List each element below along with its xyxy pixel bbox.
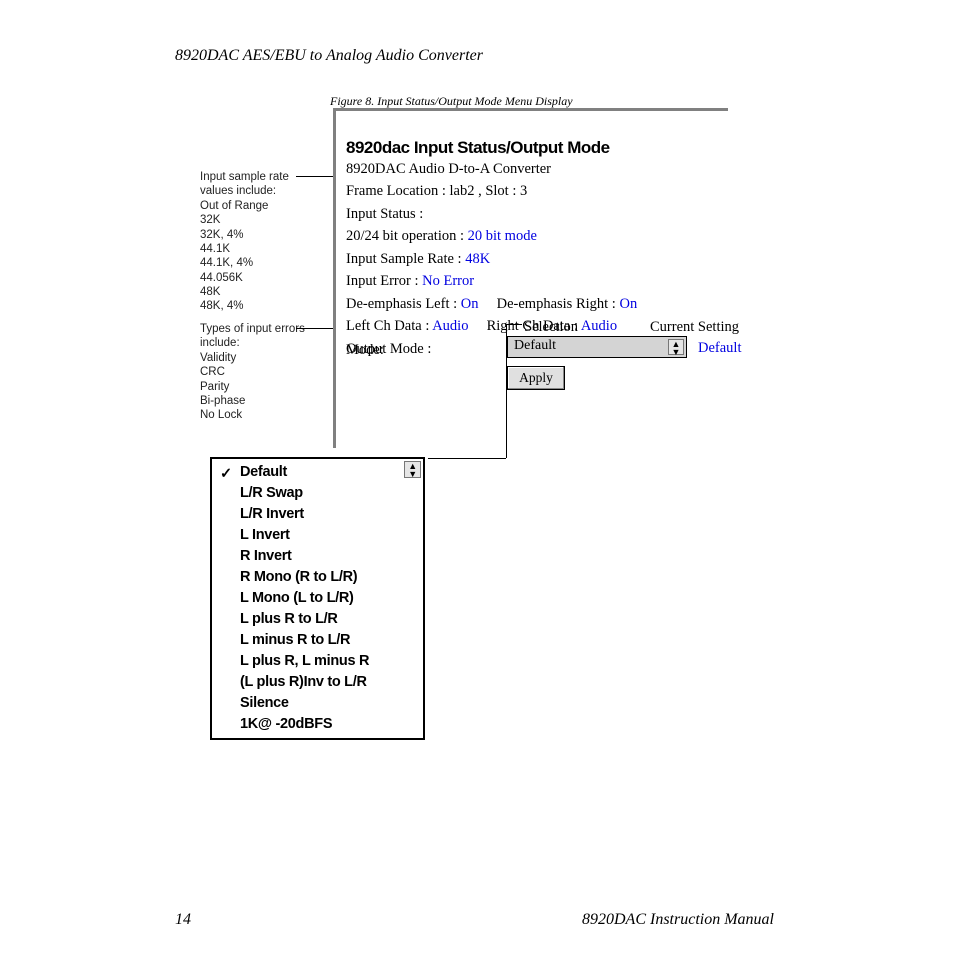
annotation-item: 48K bbox=[200, 286, 220, 298]
menu-item[interactable]: Silence bbox=[212, 693, 423, 714]
figure-caption: Figure 8. Input Status/Output Mode Menu … bbox=[330, 94, 573, 109]
left-ch-value: Audio bbox=[432, 318, 468, 334]
menu-item[interactable]: L minus R to L/R bbox=[212, 630, 423, 651]
deemph-right-value: On bbox=[619, 296, 637, 312]
menu-item[interactable]: R Mono (R to L/R) bbox=[212, 567, 423, 588]
menu-item[interactable]: (L plus R)Inv to L/R bbox=[212, 672, 423, 693]
sample-rate-label: Input Sample Rate : bbox=[346, 251, 462, 267]
annotation-item: No Lock bbox=[200, 409, 242, 421]
annotation-sample-rates: Input sample rate values include: Out of… bbox=[200, 170, 310, 314]
menu-item[interactable]: L/R Invert bbox=[212, 504, 423, 525]
deemph-left-value: On bbox=[461, 296, 479, 312]
page-number: 14 bbox=[175, 911, 191, 929]
annotation-input-errors: Types of input errors include: Validity C… bbox=[200, 322, 310, 423]
menu-item[interactable]: 1K@ -20dBFS bbox=[212, 714, 423, 735]
annotation-lead: Types of input errors include: bbox=[200, 323, 305, 349]
annotation-item: 44.056K bbox=[200, 272, 243, 284]
annotation-item: 48K, 4% bbox=[200, 300, 243, 312]
bit-op-label: 20/24 bit operation : bbox=[346, 228, 464, 244]
menu-item[interactable]: Default✓ bbox=[212, 462, 423, 483]
panel-subtitle: 8920DAC Audio D-to-A Converter bbox=[346, 161, 551, 177]
annotation-item: Validity bbox=[200, 352, 236, 364]
annotation-item: Parity bbox=[200, 381, 229, 393]
mode-current-value: Default bbox=[698, 340, 741, 357]
left-ch-label: Left Ch Data : bbox=[346, 318, 429, 334]
manual-title-footer: 8920DAC Instruction Manual bbox=[582, 911, 774, 929]
updown-icon[interactable]: ▲▼ bbox=[668, 339, 684, 355]
deemph-left-label: De-emphasis Left : bbox=[346, 296, 457, 312]
mode-dropdown-list[interactable]: ▲▼ Default✓L/R SwapL/R InvertL InvertR I… bbox=[210, 457, 425, 740]
menu-item[interactable]: L plus R to L/R bbox=[212, 609, 423, 630]
annotation-lead: Input sample rate values include: bbox=[200, 171, 289, 197]
menu-item[interactable]: L Invert bbox=[212, 525, 423, 546]
input-error-label: Input Error : bbox=[346, 273, 418, 289]
sample-rate-value: 48K bbox=[465, 251, 490, 267]
apply-button[interactable]: Apply bbox=[507, 366, 565, 390]
annotation-item: 44.1K bbox=[200, 243, 230, 255]
input-error-value: No Error bbox=[422, 273, 474, 289]
menu-item[interactable]: L plus R, L minus R bbox=[212, 651, 423, 672]
doc-title: 8920DAC AES/EBU to Analog Audio Converte… bbox=[175, 47, 483, 65]
annotation-item: 32K, 4% bbox=[200, 229, 243, 241]
mode-dropdown[interactable]: Default ▲▼ bbox=[507, 336, 687, 358]
frame-location-value: lab2 , Slot : 3 bbox=[449, 183, 527, 199]
mode-row-label: Mode: bbox=[346, 342, 384, 359]
menu-item[interactable]: R Invert bbox=[212, 546, 423, 567]
right-ch-value: Audio bbox=[581, 318, 617, 334]
frame-location-label: Frame Location : bbox=[346, 183, 446, 199]
annotation-item: CRC bbox=[200, 366, 225, 378]
check-icon: ✓ bbox=[220, 464, 232, 485]
panel-title: 8920dac Input Status/Output Mode bbox=[346, 138, 610, 158]
panel-body: 8920DAC Audio D-to-A Converter Frame Loc… bbox=[346, 158, 637, 360]
annotation-item: Bi-phase bbox=[200, 395, 245, 407]
deemph-right-label: De-emphasis Right : bbox=[497, 296, 616, 312]
bit-op-value: 20 bit mode bbox=[468, 228, 537, 244]
annotation-item: 44.1K, 4% bbox=[200, 257, 253, 269]
menu-item[interactable]: L/R Swap bbox=[212, 483, 423, 504]
menu-item[interactable]: L Mono (L to L/R) bbox=[212, 588, 423, 609]
mode-dropdown-value: Default bbox=[514, 338, 556, 353]
annotation-item: Out of Range bbox=[200, 200, 268, 212]
annotation-item: 32K bbox=[200, 214, 220, 226]
input-status-label: Input Status : bbox=[346, 206, 423, 222]
